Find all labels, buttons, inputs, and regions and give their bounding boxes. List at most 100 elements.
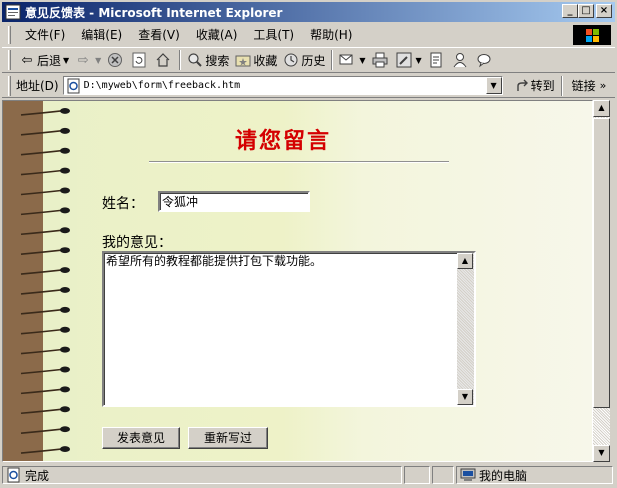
status-cell-3 xyxy=(432,466,454,484)
minimize-button[interactable]: _ xyxy=(562,4,578,18)
print-button[interactable] xyxy=(369,49,393,71)
close-button[interactable]: × xyxy=(596,4,612,18)
spiral-hole xyxy=(60,446,70,453)
spiral-hole xyxy=(60,386,70,393)
search-icon xyxy=(188,53,203,67)
reset-button[interactable]: 重新写过 xyxy=(188,427,268,449)
address-dropdown-icon[interactable]: ▼ xyxy=(485,77,502,94)
address-input[interactable]: D:\myweb\form\freeback.htm ▼ xyxy=(62,76,503,95)
status-zone: 我的电脑 xyxy=(456,466,613,484)
menu-grip[interactable] xyxy=(8,26,11,44)
stop-button[interactable] xyxy=(104,49,128,71)
spiral-hole xyxy=(60,147,70,154)
toolbar-separator-2 xyxy=(331,50,334,70)
history-icon xyxy=(284,53,298,67)
status-text: 完成 xyxy=(25,468,50,483)
window-title: 意见反馈表 - Microsoft Internet Explorer xyxy=(25,5,283,20)
stop-icon xyxy=(108,53,123,67)
discuss-button[interactable] xyxy=(425,49,449,71)
go-arrow-icon xyxy=(516,79,528,91)
status-bar: 完成 我的电脑 xyxy=(2,464,615,486)
back-button[interactable]: ⇦ 后退 ▼ xyxy=(16,49,72,71)
mail-button[interactable]: ▼ xyxy=(336,49,368,71)
back-label: 后退 xyxy=(37,53,62,68)
spiral-hole xyxy=(60,346,70,353)
links-label: 链接 xyxy=(571,79,596,93)
forward-arrow-icon: ⇨ xyxy=(77,52,89,68)
maximize-button[interactable]: □ xyxy=(578,4,594,18)
menu-view[interactable]: 查看(V) xyxy=(130,26,188,44)
address-bar: 地址(D) D:\myweb\form\freeback.htm ▼ 转到 链接… xyxy=(2,74,615,98)
status-cell-2 xyxy=(404,466,430,484)
menu-bar: 文件(F) 编辑(E) 查看(V) 收藏(A) 工具(T) 帮助(H) xyxy=(2,24,615,46)
page-content: 请您留言 姓名： 令狐冲 我的意见： 希望所有的教程都能提供打包下载功能。 ▲ … xyxy=(2,100,593,462)
spiral-hole xyxy=(60,107,70,114)
menu-favorites[interactable]: 收藏(A) xyxy=(188,26,246,44)
textarea-scroll-up-icon[interactable]: ▲ xyxy=(457,253,473,269)
home-button[interactable] xyxy=(152,49,176,71)
menu-tools[interactable]: 工具(T) xyxy=(245,26,302,44)
edit-button[interactable]: ▼ xyxy=(393,49,425,71)
page-scrollbar[interactable]: ▲ ▼ xyxy=(593,100,610,462)
menu-file[interactable]: 文件(F) xyxy=(17,26,73,44)
mail-dropdown-icon[interactable]: ▼ xyxy=(359,56,365,65)
name-field[interactable]: 令狐冲 xyxy=(158,191,310,212)
status-main: 完成 xyxy=(2,466,402,484)
title-bar: 意见反馈表 - Microsoft Internet Explorer _ □ … xyxy=(2,2,615,22)
menu-help[interactable]: 帮助(H) xyxy=(302,26,360,44)
textarea-scrollbar[interactable]: ▲ ▼ xyxy=(457,253,474,405)
favorites-button[interactable]: 收藏 xyxy=(232,49,280,71)
windows-logo-icon xyxy=(573,25,611,45)
forward-button[interactable]: ⇨ ▼ xyxy=(72,49,104,71)
home-icon xyxy=(156,53,170,67)
spiral-hole xyxy=(60,267,70,274)
spiral-hole xyxy=(60,406,70,413)
done-page-icon xyxy=(7,467,20,483)
scroll-up-icon[interactable]: ▲ xyxy=(593,100,610,117)
spiral-hole xyxy=(60,207,70,214)
zone-text: 我的电脑 xyxy=(479,468,528,483)
edit-dropdown-icon[interactable]: ▼ xyxy=(416,56,422,65)
print-icon xyxy=(372,52,388,68)
back-arrow-icon: ⇦ xyxy=(21,52,33,68)
chevron-right-icon: » xyxy=(599,79,607,92)
spiral-hole xyxy=(60,127,70,134)
textarea-scroll-down-icon[interactable]: ▼ xyxy=(457,389,473,405)
ie-window: 意见反馈表 - Microsoft Internet Explorer _ □ … xyxy=(0,0,617,488)
links-button[interactable]: 链接 » xyxy=(572,77,607,94)
discuss-icon xyxy=(430,52,442,68)
page-heading: 请您留言 xyxy=(235,128,332,154)
messenger-icon xyxy=(453,53,467,68)
toolbar-separator xyxy=(179,50,182,70)
page-icon xyxy=(67,78,80,93)
toolbar-grip[interactable] xyxy=(8,50,11,70)
scrollbar-thumb[interactable] xyxy=(593,118,610,408)
ie-app-icon xyxy=(5,4,21,20)
submit-button[interactable]: 发表意见 xyxy=(102,427,180,449)
spiral-hole xyxy=(60,326,70,333)
address-label: 地址(D) xyxy=(16,79,59,93)
address-separator xyxy=(560,75,563,96)
menu-edit[interactable]: 编辑(E) xyxy=(73,26,130,44)
search-button[interactable]: 搜索 xyxy=(184,49,232,71)
research-button[interactable] xyxy=(473,49,497,71)
refresh-button[interactable] xyxy=(128,49,152,71)
edit-icon xyxy=(396,52,412,68)
opinion-textarea[interactable]: 希望所有的教程都能提供打包下载功能。 ▲ ▼ xyxy=(102,251,476,407)
go-button[interactable]: 转到 xyxy=(515,77,555,94)
refresh-icon xyxy=(132,52,146,68)
spiral-hole xyxy=(60,167,70,174)
back-dropdown-icon[interactable]: ▼ xyxy=(63,56,69,65)
scroll-down-icon[interactable]: ▼ xyxy=(593,445,610,462)
messenger-button[interactable] xyxy=(449,49,473,71)
opinion-label: 我的意见： xyxy=(102,235,172,251)
history-button[interactable]: 历史 xyxy=(280,49,328,71)
my-computer-icon xyxy=(460,468,476,481)
standard-toolbar: ⇦ 后退 ▼ ⇨ ▼ 搜索 收藏 历史 ▼ ▼ xyxy=(2,47,615,73)
forward-dropdown-icon[interactable]: ▼ xyxy=(95,56,101,65)
favorites-folder-icon xyxy=(235,55,251,67)
address-grip[interactable] xyxy=(8,75,11,96)
spiral-hole xyxy=(60,227,70,234)
opinion-text: 希望所有的教程都能提供打包下载功能。 xyxy=(106,254,323,268)
address-url[interactable]: D:\myweb\form\freeback.htm xyxy=(84,80,241,91)
